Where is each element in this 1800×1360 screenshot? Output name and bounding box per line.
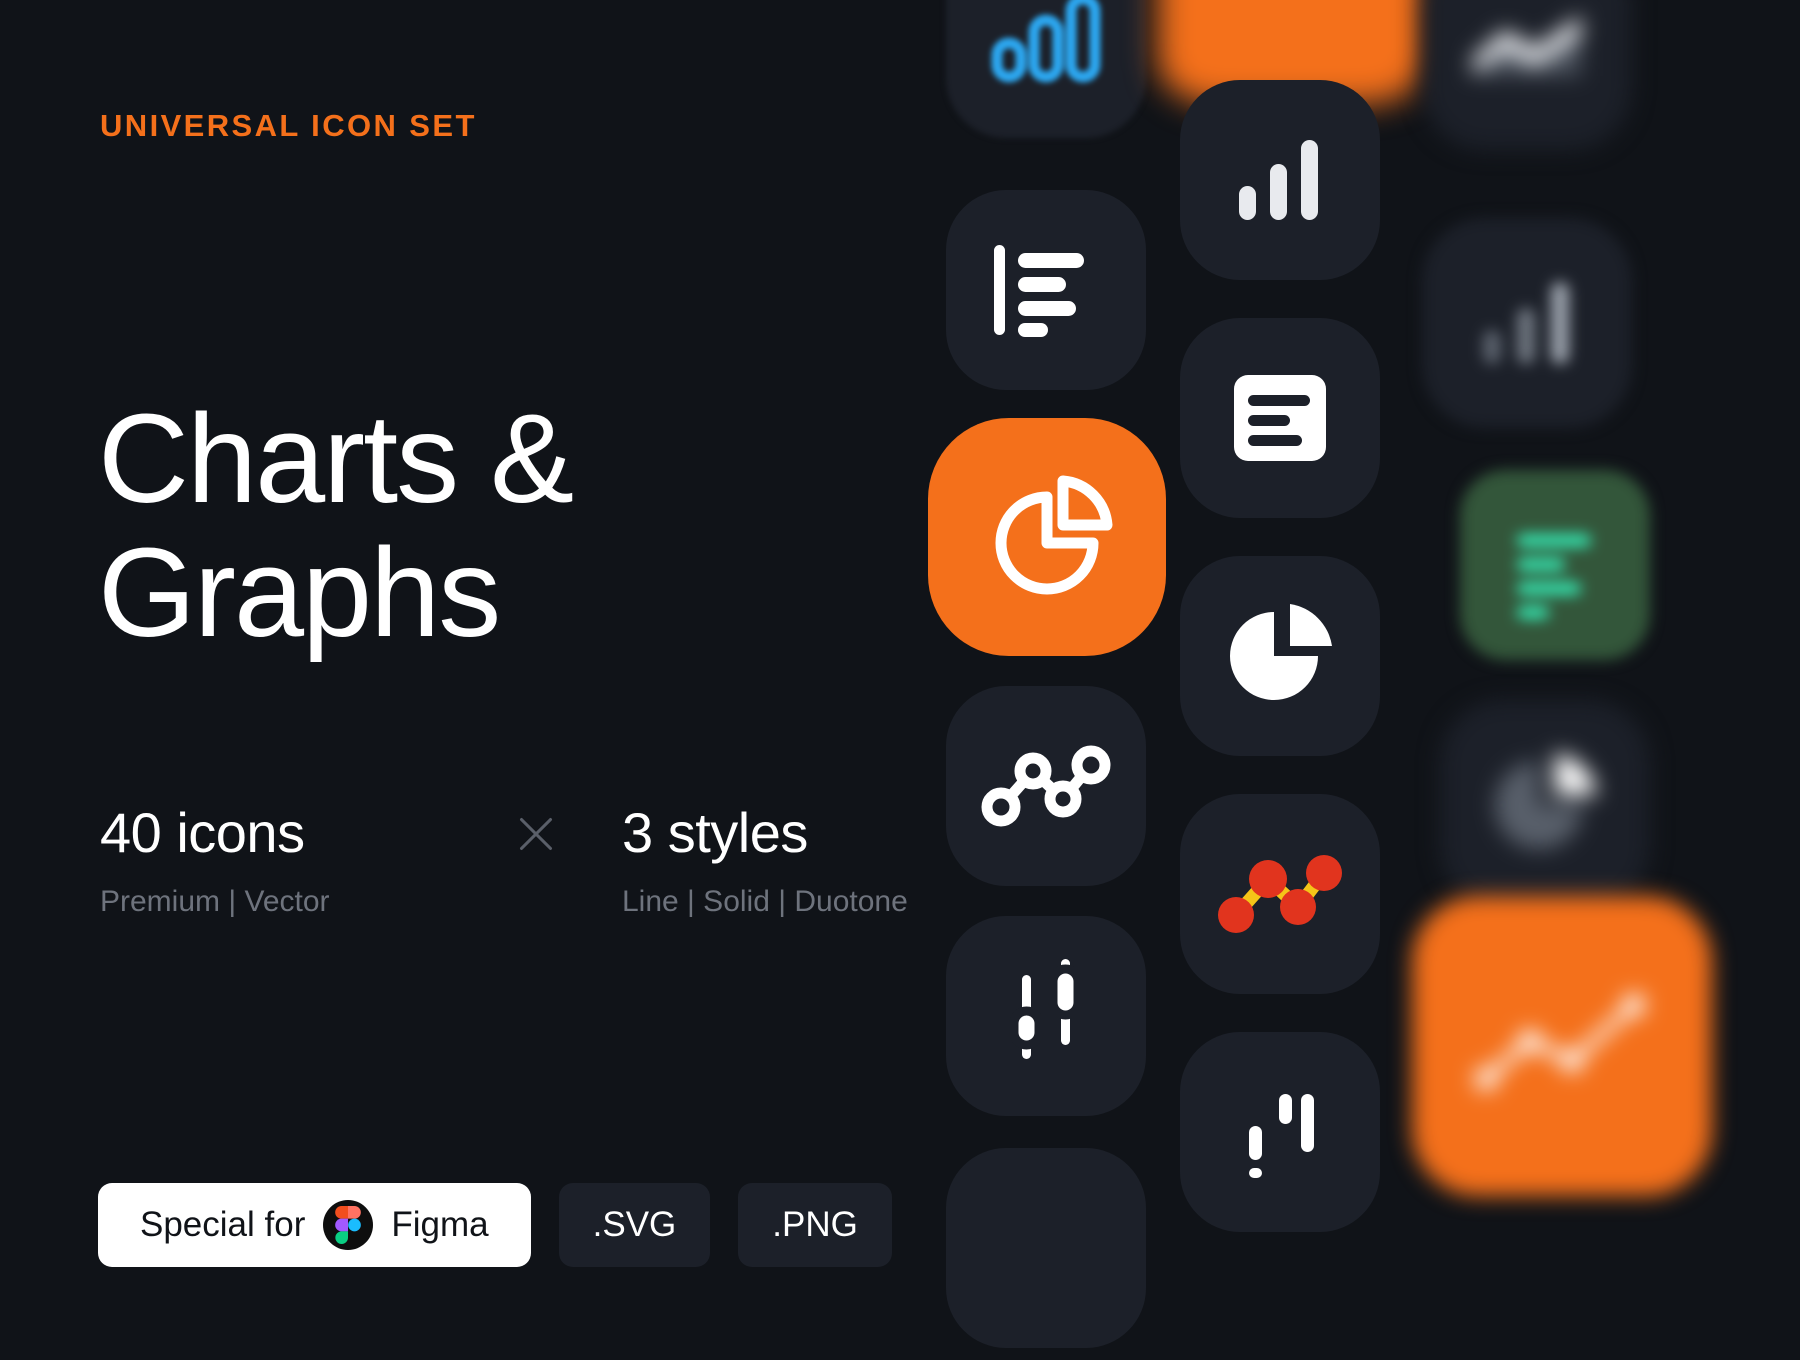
bar-chart-duotone-icon [1483, 282, 1569, 364]
line-chart-points-solid-icon [1475, 994, 1645, 1090]
tile-pie-chart-solid[interactable] [1180, 556, 1380, 756]
connected-scatter-duotone-icon [1218, 855, 1342, 933]
document-bars-solid-icon [1234, 375, 1326, 461]
stat-styles-sub: Line | Solid | Duotone [622, 885, 908, 918]
page-title-line-2: Graphs [98, 521, 501, 663]
stat-styles: 3 styles Line | Solid | Duotone [622, 800, 908, 919]
tile-pie-chart-duotone[interactable] [1440, 700, 1650, 910]
stats-row: 40 icons Premium | Vector 3 styles Line … [100, 800, 908, 919]
stat-icons-sub: Premium | Vector [100, 885, 330, 918]
bar-chart-solid-icon [1239, 140, 1318, 220]
left-content-panel: UNIVERSAL ICON SET Charts & Graphs 40 ic… [0, 0, 1060, 1360]
figma-badge-label: Figma [391, 1205, 489, 1244]
figma-logo-icon [323, 1200, 374, 1250]
x-multiply-icon [508, 806, 564, 862]
tile-bar-chart-axis-solid[interactable] [1180, 1032, 1380, 1232]
stat-icons-value: 40 icons [100, 801, 305, 864]
figma-badge-prefix: Special for [140, 1205, 306, 1244]
tile-bar-chart-duotone[interactable] [1422, 218, 1632, 428]
page-title: Charts & Graphs [98, 388, 574, 663]
tile-document-bars-duotone[interactable] [1460, 470, 1650, 660]
tile-area-chart-solid[interactable] [1422, 0, 1632, 150]
eyebrow-label: UNIVERSAL ICON SET [100, 108, 477, 143]
tile-bar-chart-solid[interactable] [1180, 80, 1380, 280]
tile-document-bars-solid[interactable] [1180, 318, 1380, 518]
poster-canvas: UNIVERSAL ICON SET Charts & Graphs 40 ic… [0, 0, 1800, 1360]
bar-chart-axis-solid-icon [1249, 1094, 1314, 1178]
page-title-line-1: Charts & [98, 388, 574, 529]
area-chart-solid-icon [1473, 16, 1581, 76]
figma-badge[interactable]: Special for Figma [98, 1183, 531, 1267]
format-badge-png[interactable]: .PNG [738, 1183, 892, 1267]
document-bars-duotone-icon [1517, 534, 1591, 619]
badge-row: Special for Figma .SVG .PNG [98, 1183, 892, 1267]
stat-icons: 40 icons Premium | Vector [100, 800, 508, 919]
stat-styles-value: 3 styles [622, 801, 808, 864]
tile-connected-scatter-duotone[interactable] [1180, 794, 1380, 994]
pie-chart-duotone-icon [1495, 753, 1597, 849]
pie-chart-solid-icon [1230, 604, 1332, 700]
format-badge-svg[interactable]: .SVG [558, 1183, 711, 1267]
tile-line-chart-points-solid[interactable] [1412, 896, 1712, 1196]
